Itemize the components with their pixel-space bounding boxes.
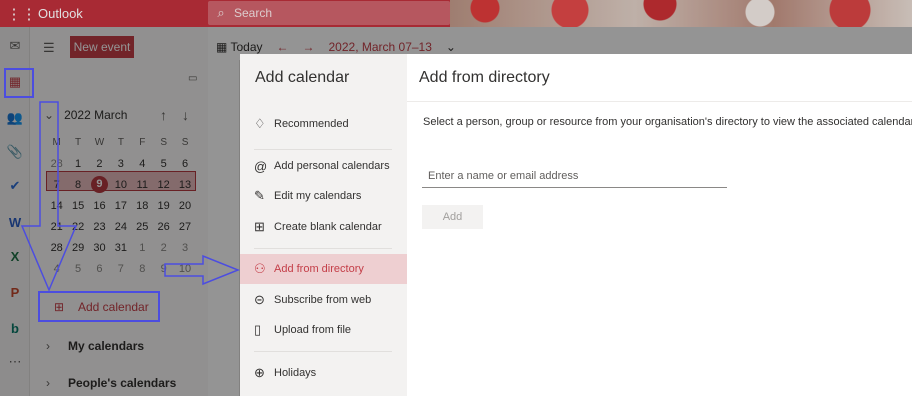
nav-item-label: Holidays <box>274 367 317 379</box>
nav-item-label: Add from directory <box>274 263 364 275</box>
pane-title: Add from directory <box>419 69 550 86</box>
directory-search-input[interactable] <box>422 164 727 188</box>
annotation-box-calendar <box>4 68 34 98</box>
dialog-title: Add calendar <box>255 69 350 86</box>
nav-item-label: Upload from file <box>274 324 352 336</box>
nav-item-label: Create blank calendar <box>274 221 382 233</box>
divider <box>254 351 392 352</box>
calendar-plus-icon: ⊞ <box>254 219 265 234</box>
nav-item-add-from-directory[interactable]: ⚇ Add from directory <box>240 254 407 284</box>
globe-icon: ⊝ <box>254 292 265 307</box>
lightbulb-icon: ♢ <box>254 116 266 131</box>
at-icon: @ <box>254 158 268 174</box>
people-icon: ⚇ <box>254 261 266 276</box>
divider <box>407 101 912 102</box>
nav-item-label: Subscribe from web <box>274 294 372 306</box>
nav-item-create-blank-calendar[interactable]: ⊞ Create blank calendar <box>240 212 407 242</box>
nav-item-subscribe-from-web[interactable]: ⊝ Subscribe from web <box>240 285 407 315</box>
nav-item-edit-my-calendars[interactable]: ✎ Edit my calendars <box>240 181 407 211</box>
edit-icon: ✎ <box>254 188 265 203</box>
add-button[interactable]: Add <box>422 205 483 229</box>
nav-item-holidays[interactable]: ⊕ Holidays <box>240 358 407 388</box>
annotation-box-add-calendar <box>38 291 160 322</box>
divider <box>254 248 392 249</box>
add-calendar-dialog: Add calendar ♢ Recommended @ Add persona… <box>240 54 912 396</box>
nav-item-label: Recommended <box>274 118 349 130</box>
nav-item-label: Add personal calendars <box>274 160 390 172</box>
add-calendar-nav: Add calendar ♢ Recommended @ Add persona… <box>240 54 407 396</box>
nav-item-upload-from-file[interactable]: ▯ Upload from file <box>240 315 407 345</box>
header-dim-overlay <box>0 0 912 27</box>
nav-item-label: Edit my calendars <box>274 190 362 202</box>
add-from-directory-pane: Add from directory Select a person, grou… <box>407 54 912 396</box>
pane-description: Select a person, group or resource from … <box>423 116 912 128</box>
nav-item-recommended[interactable]: ♢ Recommended <box>240 109 407 139</box>
globe-icon: ⊕ <box>254 365 265 380</box>
nav-item-add-personal-calendars[interactable]: @ Add personal calendars <box>240 151 407 181</box>
file-icon: ▯ <box>254 322 262 337</box>
divider <box>254 149 392 150</box>
